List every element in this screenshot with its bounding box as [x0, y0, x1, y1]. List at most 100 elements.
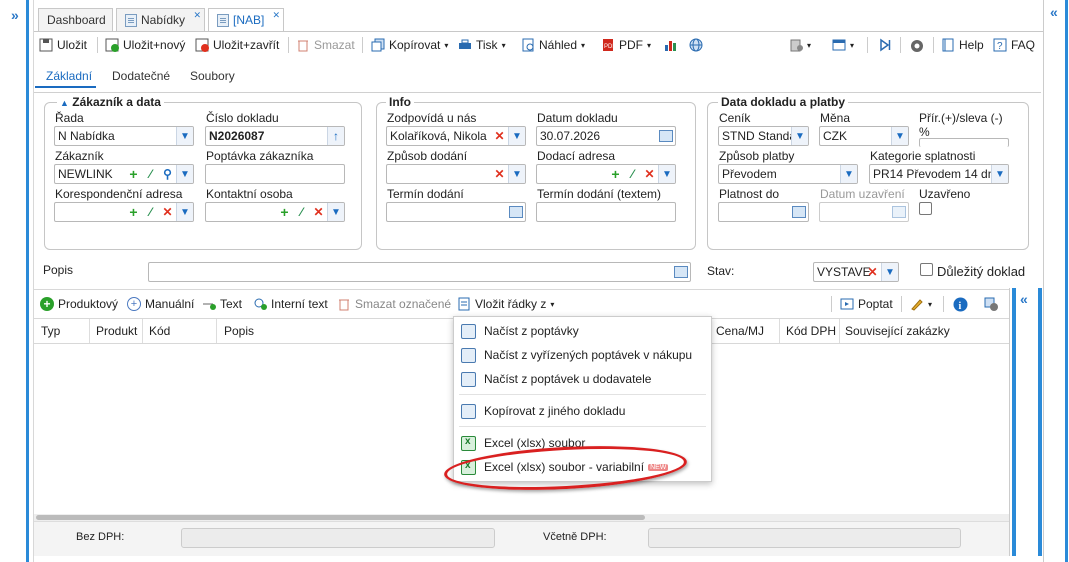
edit-icon[interactable]: ⁄	[624, 165, 641, 183]
settings-button[interactable]	[909, 38, 923, 52]
delivery-address-field[interactable]: + ⁄ ✕ ▼	[536, 164, 676, 184]
col-code[interactable]: Kód	[149, 324, 170, 338]
calendar-icon[interactable]	[659, 130, 673, 142]
dropdown-icon[interactable]: ▼	[508, 127, 525, 145]
add-product-button[interactable]: + Produktový	[40, 297, 118, 311]
menu-item-from-resolved-inquiries[interactable]: Načíst z vyřízených poptávek v nákupu	[454, 344, 711, 366]
tab-nabidky[interactable]: Nabídky ✕	[116, 8, 205, 31]
demand-button[interactable]: Poptat	[840, 297, 893, 311]
dropdown-icon[interactable]: ▼	[508, 165, 525, 183]
menu-item-from-inquiry[interactable]: Načíst z poptávky	[454, 320, 711, 342]
pdf-button[interactable]: PDF PDF ▾	[601, 38, 651, 52]
delete-button[interactable]: Smazat	[296, 38, 355, 52]
clear-icon[interactable]: ✕	[491, 165, 508, 183]
calendar-icon[interactable]	[509, 206, 523, 218]
dropdown-icon[interactable]: ▼	[176, 165, 193, 183]
dropdown-icon[interactable]: ▼	[791, 127, 808, 145]
insert-rows-button[interactable]: Vložit řádky z ▾	[457, 297, 554, 311]
clear-icon[interactable]: ✕	[310, 203, 327, 221]
delivery-method-field[interactable]: ✕ ▼	[386, 164, 526, 184]
close-tab-icon[interactable]: ✕	[193, 10, 201, 21]
calendar-icon[interactable]	[792, 206, 806, 218]
dropdown-icon[interactable]: ▼	[176, 203, 193, 221]
doc-date-field[interactable]: 30.07.2026	[536, 126, 676, 146]
contact-field[interactable]: + ⁄ ✕ ▼	[205, 202, 345, 222]
clear-icon[interactable]: ✕	[159, 203, 176, 221]
currency-select[interactable]: CZK ▼	[819, 126, 909, 146]
editor-icon[interactable]	[674, 266, 688, 278]
col-description[interactable]: Popis	[224, 324, 254, 338]
clear-icon[interactable]: ✕	[641, 165, 658, 183]
clear-icon[interactable]: ✕	[491, 127, 508, 145]
last-button[interactable]	[878, 38, 892, 52]
subtab-files[interactable]: Soubory	[190, 69, 235, 83]
important-checkbox[interactable]	[920, 263, 933, 276]
add-text-button[interactable]: Text	[202, 297, 242, 311]
subtab-additional[interactable]: Dodatečné	[112, 69, 170, 83]
dropdown-icon[interactable]: ▼	[991, 165, 1008, 183]
grid-settings-button[interactable]	[984, 297, 998, 311]
tools-button[interactable]: ▾	[789, 38, 811, 52]
collapse-right-icon[interactable]: «	[1050, 5, 1058, 19]
edit-tools-button[interactable]: ▾	[910, 297, 932, 311]
closed-checkbox[interactable]	[919, 202, 932, 215]
edit-icon[interactable]: ⁄	[142, 203, 159, 221]
search-icon[interactable]: ⚲	[159, 165, 176, 183]
horizontal-scrollbar[interactable]	[34, 514, 1009, 521]
chart-button[interactable]	[664, 38, 678, 52]
doc-no-field[interactable]: N2026087 ↑	[205, 126, 345, 146]
info-button[interactable]: i	[953, 297, 968, 312]
save-button[interactable]: Uložit	[39, 38, 87, 52]
tab-dashboard[interactable]: Dashboard	[38, 8, 113, 31]
help-button[interactable]: Help	[941, 38, 984, 52]
dropdown-icon[interactable]: ▼	[658, 165, 675, 183]
surcharge-field[interactable]	[919, 138, 1009, 147]
customer-field[interactable]: NEWLINK + ⁄ ⚲ ▼	[54, 164, 194, 184]
inquiry-field[interactable]	[205, 164, 345, 184]
delivery-term-text-field[interactable]	[536, 202, 676, 222]
edit-icon[interactable]: ⁄	[142, 165, 159, 183]
col-vat-code[interactable]: Kód DPH	[786, 324, 836, 338]
due-category-select[interactable]: PR14 Převodem 14 dní ▼	[869, 164, 1009, 184]
collapse-icon[interactable]: ▲	[60, 98, 69, 108]
add-icon[interactable]: +	[125, 165, 142, 183]
subtab-basic[interactable]: Základní	[46, 69, 92, 83]
col-product[interactable]: Produkt	[96, 324, 137, 338]
copy-button[interactable]: Kopírovat ▾	[371, 38, 448, 52]
col-related-orders[interactable]: Související zakázky	[845, 324, 950, 338]
expand-left-icon[interactable]: »	[11, 8, 19, 22]
print-button[interactable]: Tisk ▾	[458, 38, 506, 52]
col-price[interactable]: Cena/MJ	[716, 324, 764, 338]
dropdown-icon[interactable]: ▼	[881, 263, 898, 281]
delete-selected-button[interactable]: Smazat označené	[337, 297, 451, 311]
edit-icon[interactable]: ⁄	[293, 203, 310, 221]
arrow-up-icon[interactable]: ↑	[327, 127, 344, 145]
collapse-side-icon[interactable]: «	[1020, 292, 1028, 306]
dropdown-icon[interactable]: ▼	[327, 203, 344, 221]
save-close-button[interactable]: Uložit+zavřít	[195, 38, 279, 52]
responsible-field[interactable]: Kolaříková, Nikola ✕ ▼	[386, 126, 526, 146]
valid-to-field[interactable]	[718, 202, 809, 222]
dropdown-icon[interactable]: ▼	[891, 127, 908, 145]
description-field[interactable]	[148, 262, 691, 282]
scrollbar-thumb[interactable]	[36, 515, 645, 520]
add-internal-text-button[interactable]: Interní text	[253, 297, 328, 311]
close-tab-icon[interactable]: ✕	[272, 10, 280, 21]
window-button[interactable]: ▾	[832, 38, 854, 52]
faq-button[interactable]: ? FAQ	[993, 38, 1035, 52]
add-icon[interactable]: +	[276, 203, 293, 221]
pricelist-select[interactable]: STND Standa ▼	[718, 126, 809, 146]
add-manual-button[interactable]: + Manuální	[127, 297, 194, 311]
state-select[interactable]: VYSTAVE ✕ ▼	[813, 262, 899, 282]
preview-button[interactable]: Náhled ▾	[521, 38, 585, 52]
tab-nab-active[interactable]: [NAB] ✕	[208, 8, 284, 31]
save-new-button[interactable]: Uložit+nový	[105, 38, 185, 52]
dropdown-icon[interactable]: ▼	[840, 165, 857, 183]
corr-address-field[interactable]: + ⁄ ✕ ▼	[54, 202, 194, 222]
menu-item-from-supplier-inquiries[interactable]: Načíst z poptávek u dodavatele	[454, 368, 711, 390]
add-icon[interactable]: +	[607, 165, 624, 183]
menu-item-copy-from-doc[interactable]: Kopírovat z jiného dokladu	[454, 400, 711, 422]
add-icon[interactable]: +	[125, 203, 142, 221]
globe-button[interactable]	[689, 38, 703, 52]
col-type[interactable]: Typ	[41, 324, 60, 338]
